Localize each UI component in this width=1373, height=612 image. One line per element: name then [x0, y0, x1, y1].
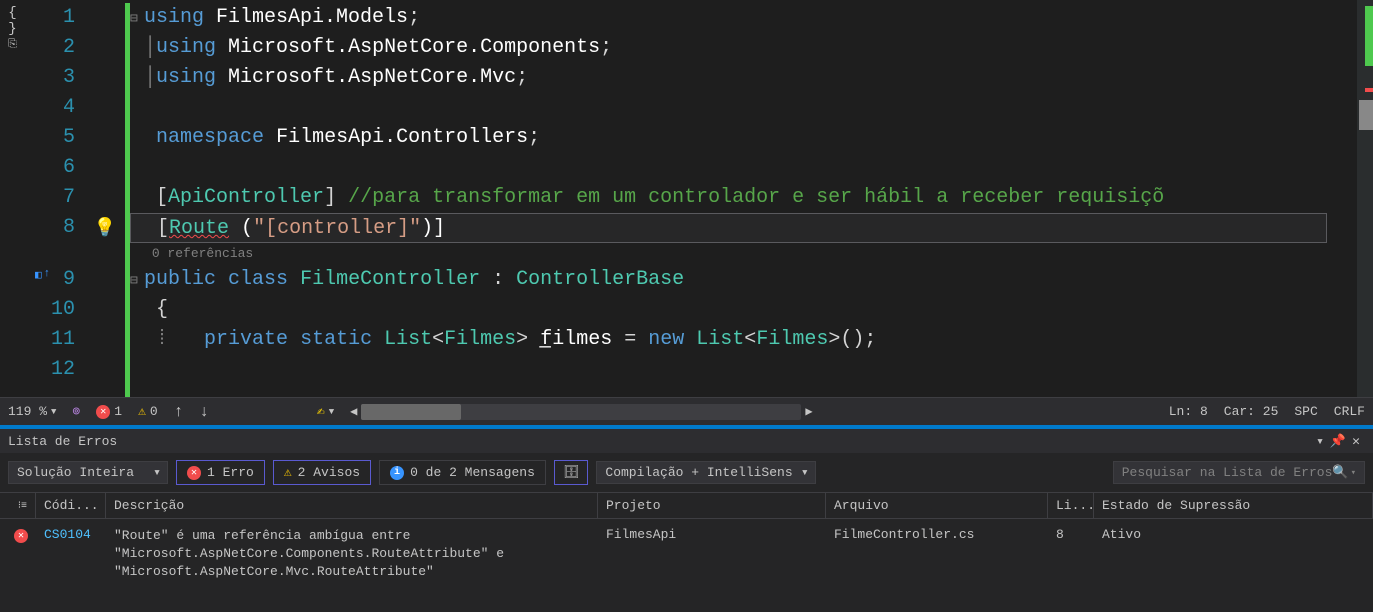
panel-options-icon[interactable]: ▾: [1311, 434, 1329, 449]
health-indicator-icon[interactable]: ⊚: [64, 398, 88, 425]
col-header-code[interactable]: Códi...: [36, 493, 106, 518]
build-source-dropdown[interactable]: Compilação + IntelliSens: [596, 461, 815, 484]
line-number: 5: [25, 123, 85, 153]
editor-status-bar: 119 % ▼ ⊚ ✕ 1 ⚠ 0 ↑ ↓ ✍ ▼ ◀ ▶ Ln: 8 Car:…: [0, 397, 1373, 425]
filter-messages-button[interactable]: i0 de 2 Mensagens: [379, 460, 546, 485]
line-number-gutter: 1 2 3 4 5 6 7 8 9 10 11 12: [25, 0, 85, 397]
line-number: 11: [25, 325, 85, 355]
col-header-line[interactable]: Li...: [1048, 493, 1094, 518]
error-severity-icon: ✕: [14, 529, 28, 543]
cleanup-icon[interactable]: ✍: [317, 404, 325, 419]
hscroll-right-icon[interactable]: ▶: [805, 404, 812, 419]
panel-close-icon[interactable]: ✕: [1347, 434, 1365, 449]
col-header-project[interactable]: Projeto: [598, 493, 826, 518]
error-list-panel: Lista de Erros ▾ 📌 ✕ Solução Inteira ✕1 …: [0, 429, 1373, 612]
nav-up-icon[interactable]: ↑: [44, 268, 51, 282]
line-number: 8: [25, 213, 85, 243]
editor-left-gutter: { } ⎘: [0, 0, 25, 397]
cursor-line[interactable]: Ln: 8: [1161, 398, 1216, 425]
overview-ruler[interactable]: [1357, 0, 1373, 397]
cursor-column[interactable]: Car: 25: [1216, 398, 1287, 425]
line-number: 9: [25, 265, 85, 295]
search-icon: 🔍: [1332, 465, 1348, 480]
codelens-references[interactable]: 0 referências: [152, 246, 253, 261]
line-number: 2: [25, 33, 85, 63]
col-header-description[interactable]: Descrição: [106, 493, 598, 518]
error-code[interactable]: CS0104: [36, 525, 106, 584]
filter-warnings-button[interactable]: ⚠2 Avisos: [273, 460, 371, 485]
line-number: 7: [25, 183, 85, 213]
error-state: Ativo: [1094, 525, 1373, 584]
line-number: 4: [25, 93, 85, 123]
collapse-toggle-icon[interactable]: ⊟: [130, 4, 144, 34]
line-number: 10: [25, 295, 85, 325]
error-count[interactable]: ✕ 1: [88, 398, 130, 425]
line-number: 12: [25, 355, 85, 385]
indent-mode[interactable]: SPC: [1286, 398, 1325, 425]
col-header-file[interactable]: Arquivo: [826, 493, 1048, 518]
error-grid-header[interactable]: ⁝≡ Códi... Descrição Projeto Arquivo Li.…: [0, 493, 1373, 519]
error-line: 8: [1048, 525, 1094, 584]
line-number: 3: [25, 63, 85, 93]
horizontal-scrollbar[interactable]: [361, 404, 801, 420]
brace-nav-icon[interactable]: { }: [0, 5, 25, 37]
code-content[interactable]: ⊟using FilmesApi.Models; │using Microsof…: [130, 0, 1357, 397]
nav-indicator-icon[interactable]: ◧: [35, 268, 42, 282]
error-search-input[interactable]: Pesquisar na Lista de Erros 🔍▾: [1113, 461, 1365, 484]
hscroll-left-icon[interactable]: ◀: [350, 404, 357, 419]
doc-nav-icon[interactable]: ⎘: [0, 39, 25, 51]
error-list-toolbar: Solução Inteira ✕1 Erro ⚠2 Avisos i0 de …: [0, 453, 1373, 493]
group-toggle-icon[interactable]: ⁝≡: [18, 500, 27, 512]
margin-indicators: 💡: [85, 0, 125, 397]
zoom-level[interactable]: 119 % ▼: [0, 398, 64, 425]
panel-title-bar[interactable]: Lista de Erros ▾ 📌 ✕: [0, 429, 1373, 453]
lightbulb-icon[interactable]: 💡: [94, 217, 116, 239]
code-editor[interactable]: { } ⎘ 1 2 3 4 5 6 7 8 9 10 11 12 💡 ⊟usin…: [0, 0, 1373, 397]
collapse-toggle-icon[interactable]: ⊟: [130, 266, 144, 296]
scope-dropdown[interactable]: Solução Inteira: [8, 461, 168, 484]
panel-pin-icon[interactable]: 📌: [1329, 434, 1347, 449]
line-number: 6: [25, 153, 85, 183]
line-number: 1: [25, 3, 85, 33]
panel-title-text: Lista de Erros: [8, 434, 117, 449]
nav-next-icon[interactable]: ↓: [199, 403, 209, 421]
error-project: FilmesApi: [598, 525, 826, 584]
filter-toggle-button[interactable]: 🗄: [554, 460, 589, 485]
error-description: "Route" é uma referência ambígua entre "…: [106, 525, 598, 584]
col-header-state[interactable]: Estado de Supressão: [1094, 493, 1373, 518]
filter-errors-button[interactable]: ✕1 Erro: [176, 460, 265, 485]
error-row[interactable]: ✕ CS0104 "Route" é uma referência ambígu…: [0, 519, 1373, 590]
warning-count[interactable]: ⚠ 0: [130, 398, 166, 425]
filter-icon: 🗄: [563, 465, 580, 480]
error-file: FilmeController.cs: [826, 525, 1048, 584]
nav-prev-icon[interactable]: ↑: [174, 403, 184, 421]
line-ending[interactable]: CRLF: [1326, 398, 1373, 425]
